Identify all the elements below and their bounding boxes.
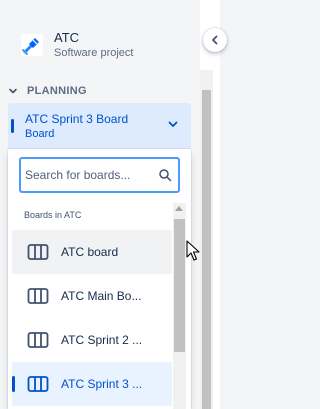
board-search-box[interactable] — [19, 157, 180, 193]
board-columns-icon — [27, 244, 49, 260]
sidebar-scrollbar-thumb[interactable] — [202, 90, 211, 409]
board-item-label: ATC Sprint 3 ... — [61, 377, 143, 391]
board-item[interactable]: ATC Sprint 2 ... — [12, 318, 172, 362]
board-search-input[interactable] — [25, 165, 153, 185]
project-sidebar: ATC Software project PLANNING ATC Sprint… — [0, 0, 200, 409]
board-item-selected[interactable]: ATC Sprint 3 ... — [12, 362, 172, 406]
board-columns-icon — [27, 288, 49, 304]
scroll-up-arrow-icon[interactable] — [175, 206, 183, 211]
board-columns-icon — [27, 332, 49, 348]
project-type: Software project — [54, 47, 134, 59]
selected-indicator — [11, 119, 14, 133]
board-selector-title: ATC Sprint 3 Board — [25, 112, 129, 126]
board-item[interactable]: ATC board — [12, 230, 172, 274]
board-item-label: ATC Main Bo... — [61, 289, 142, 303]
board-item-label: ATC board — [61, 245, 119, 259]
board-columns-icon — [27, 376, 49, 392]
chevron-left-icon — [212, 35, 218, 45]
search-icon — [159, 169, 172, 182]
board-selector-subtitle: Board — [25, 128, 55, 140]
list-scrollbar-thumb[interactable] — [174, 219, 185, 352]
project-header[interactable]: ATC Software project — [20, 30, 195, 66]
collapse-sidebar-button[interactable] — [203, 28, 227, 52]
project-name: ATC — [54, 30, 80, 45]
boards-section-label: Boards in ATC — [24, 210, 82, 220]
board-item[interactable]: ATC Main Bo... — [12, 274, 172, 318]
planning-section-header[interactable]: PLANNING — [8, 83, 87, 99]
board-selector[interactable]: ATC Sprint 3 Board Board — [8, 103, 191, 149]
board-dropdown-menu: Boards in ATC ATC board ATC Main Bo... A… — [8, 149, 191, 409]
mouse-cursor-icon — [186, 240, 200, 261]
project-text: ATC Software project — [54, 30, 133, 60]
chevron-down-icon[interactable] — [166, 117, 180, 131]
project-logo-icon — [21, 34, 43, 56]
board-item-label: ATC Sprint 2 ... — [61, 333, 143, 347]
selected-indicator — [12, 376, 15, 392]
planning-label: PLANNING — [27, 85, 87, 97]
chevron-down-icon — [9, 88, 17, 94]
